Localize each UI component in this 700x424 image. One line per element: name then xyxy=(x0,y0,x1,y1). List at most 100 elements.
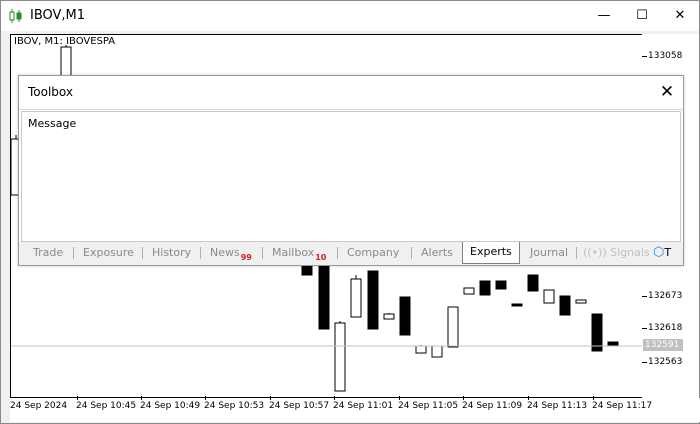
time-label: 24 Sep 11:13 xyxy=(527,401,588,411)
candle-body xyxy=(575,299,587,304)
tab-experts[interactable]: Experts xyxy=(462,242,520,264)
maximize-button[interactable]: ☐ xyxy=(622,1,662,31)
candle-body xyxy=(479,280,491,296)
tab-journal[interactable]: Journal xyxy=(530,244,568,262)
bull-candle xyxy=(334,321,346,392)
candle-body xyxy=(350,278,362,318)
experts-log-list[interactable]: Message xyxy=(21,111,681,242)
candle-body xyxy=(511,303,523,307)
time-tick xyxy=(77,396,78,400)
candle-body xyxy=(447,306,459,348)
time-label: 24 Sep 2024 xyxy=(10,401,68,411)
bear-candle xyxy=(367,270,379,330)
candle-body xyxy=(591,313,603,352)
price-tick xyxy=(642,296,647,297)
bull-candle xyxy=(350,275,362,318)
candle-body xyxy=(463,287,475,295)
bear-candle xyxy=(527,274,539,292)
tab-separator xyxy=(73,247,74,259)
candle-body xyxy=(334,322,346,392)
tab-separator xyxy=(262,247,263,259)
toolbox-header[interactable]: Toolbox ✕ xyxy=(19,76,683,110)
minimize-button[interactable]: — xyxy=(584,1,624,31)
maximize-icon: ☐ xyxy=(636,8,648,23)
time-scale[interactable]: 24 Sep 2024 24 Sep 10:45 24 Sep 10:49 24… xyxy=(10,396,700,422)
title-bar[interactable]: IBOV,M1 — ☐ ✕ xyxy=(1,1,699,31)
candle-body xyxy=(527,274,539,292)
time-tick xyxy=(593,396,594,400)
time-tick xyxy=(528,396,529,400)
candle-body xyxy=(543,289,555,304)
bull-candle xyxy=(543,289,555,304)
tab-mailbox[interactable]: Mailbox10 xyxy=(272,244,326,262)
tab-label: Mailbox xyxy=(272,246,315,259)
time-label: 24 Sep 11:09 xyxy=(462,401,523,411)
price-tick xyxy=(642,362,647,363)
bear-candle xyxy=(399,296,411,336)
minimize-icon: — xyxy=(597,8,611,23)
candlestick-app-icon xyxy=(9,9,22,23)
bear-candle xyxy=(479,280,491,296)
tab-label: News xyxy=(210,246,240,259)
toolbox-tab-bar: Trade Exposure History News99 Mailbox10 … xyxy=(19,242,683,265)
tab-separator xyxy=(576,247,577,259)
candle-body xyxy=(495,280,507,290)
candle-body xyxy=(301,264,313,276)
time-label: 24 Sep 11:01 xyxy=(333,401,394,411)
tab-news[interactable]: News99 xyxy=(210,244,252,262)
tab-separator xyxy=(200,247,201,259)
price-tick xyxy=(642,56,647,57)
tab-signals[interactable]: ((•)) Signals xyxy=(583,244,650,262)
time-label: 24 Sep 10:49 xyxy=(140,401,201,411)
tab-company[interactable]: Company xyxy=(347,244,399,262)
bear-candle xyxy=(607,341,619,347)
bull-candle xyxy=(431,345,443,358)
time-tick xyxy=(270,396,271,400)
time-label: 24 Sep 10:57 xyxy=(269,401,330,411)
bull-candle xyxy=(447,306,459,348)
news-count-badge: 99 xyxy=(240,253,252,262)
tab-trade[interactable]: Trade xyxy=(33,244,63,262)
bull-candle xyxy=(575,299,587,304)
current-price-label: 132591 xyxy=(643,339,683,351)
bear-candle xyxy=(559,295,571,316)
time-tick xyxy=(399,396,400,400)
candle-body xyxy=(383,313,395,320)
tab-separator xyxy=(337,247,338,259)
tab-separator xyxy=(142,247,143,259)
time-tick xyxy=(205,396,206,400)
bull-candle xyxy=(383,313,395,320)
toolbox-close-button[interactable]: ✕ xyxy=(655,79,679,105)
time-tick xyxy=(463,396,464,400)
toolbox-title: Toolbox xyxy=(28,85,73,99)
time-label: 24 Sep 11:17 xyxy=(592,401,653,411)
tab-alerts[interactable]: Alerts xyxy=(421,244,453,262)
bear-candle xyxy=(495,280,507,290)
tab-exposure[interactable]: Exposure xyxy=(83,244,134,262)
tab-terminal[interactable]: ⬡T xyxy=(653,244,671,262)
candle-body xyxy=(607,341,619,347)
time-label: 24 Sep 11:05 xyxy=(398,401,459,411)
bear-candle xyxy=(591,313,603,352)
close-window-button[interactable]: ✕ xyxy=(660,1,700,31)
candle-body xyxy=(431,345,443,358)
candle-body xyxy=(318,262,330,330)
tab-separator xyxy=(411,247,412,259)
bear-candle xyxy=(318,262,330,330)
message-column-header[interactable]: Message xyxy=(28,117,76,130)
app-window: IBOV,M1 — ☐ ✕ IBOV, M1: IBOVESPA 133058 … xyxy=(0,0,700,424)
time-tick xyxy=(141,396,142,400)
price-label: 133058 xyxy=(648,51,683,61)
hosting-icon: ⬡ xyxy=(653,245,665,260)
tab-label: Signals xyxy=(610,246,650,259)
toolbox-panel: Toolbox ✕ Message Trade Exposure History… xyxy=(18,75,684,266)
candle-body xyxy=(415,345,427,354)
candle-body xyxy=(367,270,379,330)
price-tick xyxy=(642,328,647,329)
bear-candle xyxy=(511,303,523,307)
price-label: 132618 xyxy=(648,323,683,333)
close-icon: ✕ xyxy=(674,8,686,23)
mailbox-count-badge: 10 xyxy=(315,253,327,262)
time-label: 24 Sep 10:53 xyxy=(204,401,265,411)
tab-history[interactable]: History xyxy=(152,244,191,262)
